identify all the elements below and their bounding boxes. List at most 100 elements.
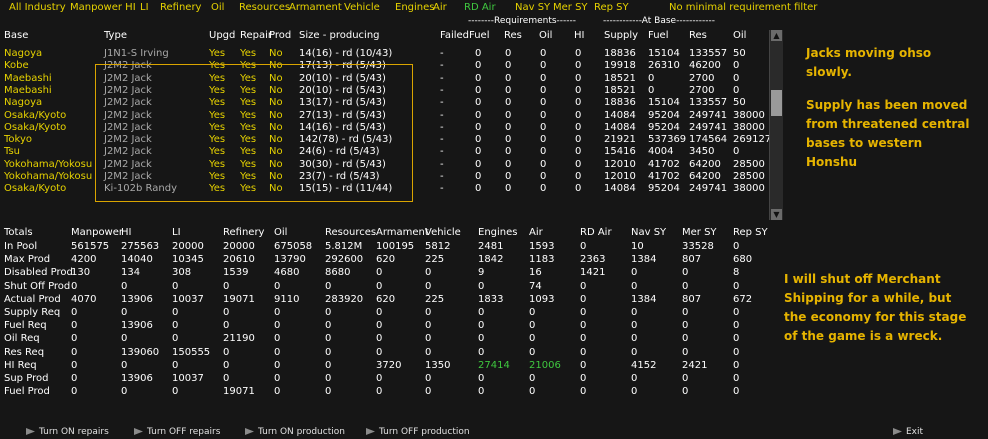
- tab-all-industry[interactable]: All Industry: [9, 2, 66, 13]
- tab-resources[interactable]: Resources: [239, 2, 290, 13]
- row-base: Maebashi: [4, 72, 52, 84]
- col-fuel-base[interactable]: Fuel: [648, 30, 668, 41]
- col-fuel-req[interactable]: Fuel: [469, 30, 489, 41]
- row-failed: -: [440, 72, 444, 84]
- col-size[interactable]: Size - producing: [299, 30, 380, 41]
- play-icon: [366, 428, 375, 435]
- totals-cell: 0: [733, 373, 740, 384]
- col-type[interactable]: Type: [104, 30, 127, 41]
- scroll-down-icon[interactable]: ▼: [771, 209, 782, 220]
- row-res-req: 0: [505, 84, 512, 96]
- tab-li[interactable]: LI: [140, 2, 149, 13]
- totals-cell: 680: [733, 254, 753, 266]
- totals-cell: 0: [223, 359, 230, 371]
- totals-cell: 0: [733, 346, 740, 358]
- col-repair[interactable]: Repair: [240, 30, 272, 41]
- row-prod: No: [269, 48, 283, 59]
- totals-cell: 8: [733, 267, 740, 279]
- col-oil-base[interactable]: Oil: [733, 30, 746, 41]
- row-fuel-req: 0: [475, 109, 482, 121]
- totals-cell: 10: [631, 241, 644, 252]
- totals-cell: 4680: [274, 267, 300, 279]
- scrollbar[interactable]: ▲ ▼: [769, 30, 783, 220]
- totals-cell: 0: [682, 386, 689, 398]
- row-repair: Yes: [240, 48, 257, 59]
- row-supply: 14084: [604, 109, 636, 121]
- tab-armament[interactable]: Armament: [289, 2, 342, 13]
- tab-mer-sy[interactable]: Mer SY: [553, 2, 588, 13]
- tab-engines[interactable]: Engines: [395, 2, 434, 13]
- production-row[interactable]: Nagoya J1N1-S Irving Yes Yes No 14(16) - rd (…: [0, 48, 770, 61]
- totals-cell: 0: [580, 373, 587, 384]
- totals-cell: 0: [682, 373, 689, 384]
- totals-cell: 0: [325, 333, 332, 345]
- tab-vehicle[interactable]: Vehicle: [344, 2, 380, 13]
- tab-oil[interactable]: Oil: [211, 2, 224, 13]
- col-failed[interactable]: Failed: [440, 30, 469, 41]
- totals-row-label: Fuel Prod: [4, 386, 50, 398]
- scroll-up-icon[interactable]: ▲: [771, 30, 782, 41]
- exit-button[interactable]: Exit: [893, 427, 923, 439]
- totals-row: Fuel Prod 0 0 0 19071 0 0 0 0 0 0 0 0 0 0: [0, 386, 770, 399]
- row-res-base: 2700: [689, 72, 715, 84]
- button-label: Exit: [906, 427, 924, 437]
- scroll-thumb[interactable]: [771, 90, 782, 116]
- tab-nav-sy[interactable]: Nav SY: [515, 2, 550, 13]
- tab-rd-air[interactable]: RD Air: [464, 2, 496, 13]
- row-oil-req: 0: [540, 109, 547, 121]
- filter-toggle[interactable]: No minimal requirement filter: [669, 2, 817, 13]
- turn-off-repairs-button[interactable]: Turn OFF repairs: [134, 427, 220, 439]
- totals-row-label: Oil Req: [4, 333, 40, 345]
- row-oil-req: 0: [540, 84, 547, 96]
- totals-cell: 0: [274, 333, 281, 345]
- totals-col-vehicle: Vehicle: [425, 227, 461, 238]
- row-oil-base: 0: [733, 146, 740, 158]
- totals-cell: 0: [223, 346, 230, 358]
- row-res-req: 0: [505, 121, 512, 133]
- turn-on-repairs-button[interactable]: Turn ON repairs: [26, 427, 109, 439]
- totals-cell: 2481: [478, 241, 504, 252]
- row-oil-req: 0: [540, 146, 547, 158]
- totals-cell: 283920: [325, 293, 364, 305]
- row-hi-req: 0: [575, 48, 582, 59]
- button-label: Turn OFF production: [379, 427, 470, 437]
- totals-cell: 16: [529, 267, 542, 279]
- row-oil-base: 50: [733, 97, 746, 109]
- totals-row-label: In Pool: [4, 241, 38, 252]
- col-prod[interactable]: Prod: [269, 30, 291, 41]
- totals-cell: 1539: [223, 267, 249, 279]
- totals-cell: 0: [478, 346, 485, 358]
- col-res-req[interactable]: Res: [504, 30, 522, 41]
- row-failed: -: [440, 121, 444, 133]
- col-upgd[interactable]: Upgd: [209, 30, 235, 41]
- totals-cell: 0: [274, 373, 281, 384]
- totals-cell: 0: [71, 280, 78, 292]
- col-base[interactable]: Base: [4, 30, 28, 41]
- totals-cell: 0: [733, 307, 740, 318]
- totals-cell: 139060: [121, 346, 160, 358]
- totals-cell: 0: [325, 386, 332, 398]
- row-fuel-base: 537369: [648, 134, 687, 146]
- row-oil-req: 0: [540, 183, 547, 195]
- row-hi-req: 0: [575, 97, 582, 109]
- totals-cell: 0: [121, 333, 128, 345]
- tab-air[interactable]: Air: [433, 2, 447, 13]
- tab-manpower[interactable]: Manpower HI: [70, 2, 136, 13]
- turn-off-production-button[interactable]: Turn OFF production: [366, 427, 470, 439]
- row-res-req: 0: [505, 109, 512, 121]
- totals-cell: 13906: [121, 293, 153, 305]
- totals-col-oil: Oil: [274, 227, 288, 238]
- row-base: Osaka/Kyoto: [4, 183, 67, 195]
- row-failed: -: [440, 134, 444, 146]
- totals-col-rep-sy: Rep SY: [733, 227, 768, 238]
- col-oil-req[interactable]: Oil: [539, 30, 552, 41]
- row-hi-req: 0: [575, 183, 582, 195]
- tab-refinery[interactable]: Refinery: [160, 2, 201, 13]
- totals-cell: 0: [631, 373, 638, 384]
- totals-cell: 0: [425, 307, 432, 318]
- turn-on-production-button[interactable]: Turn ON production: [245, 427, 345, 439]
- col-hi-req[interactable]: HI: [574, 30, 584, 41]
- tab-rep-sy[interactable]: Rep SY: [594, 2, 629, 13]
- col-supply[interactable]: Supply: [604, 30, 638, 41]
- col-res-base[interactable]: Res: [689, 30, 707, 41]
